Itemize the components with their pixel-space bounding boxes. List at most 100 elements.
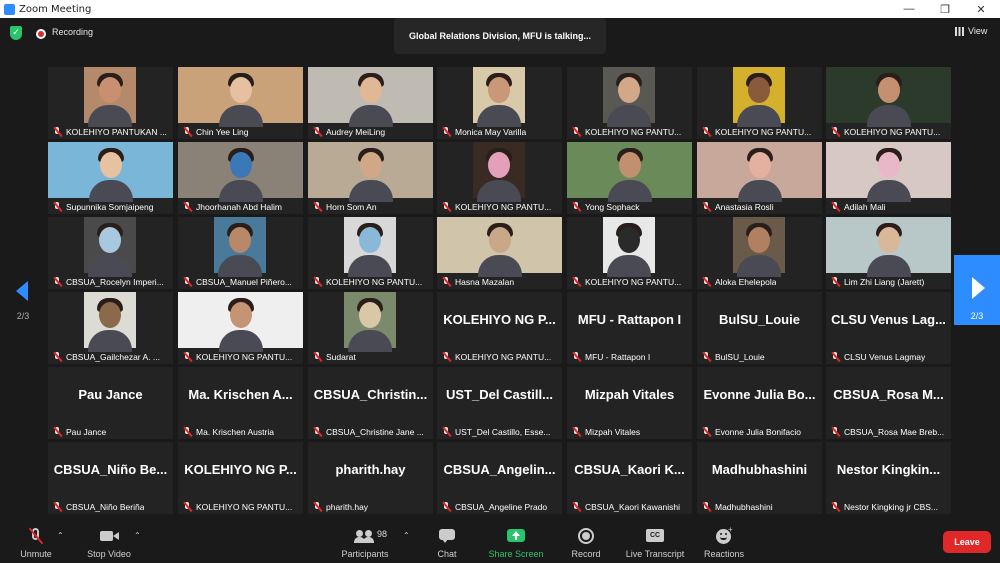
participant-tile[interactable]: Chin Yee Ling xyxy=(178,67,303,139)
participant-tile[interactable]: KOLEHIYO NG PANTU... xyxy=(567,67,692,139)
participant-display-name: CBSUA_Christin... xyxy=(313,387,428,402)
participant-tile[interactable]: Evonne Julia Bo... Evonne Julia Bonifacio xyxy=(697,367,822,439)
participant-name-bar: CBSUA_Niño Beriña xyxy=(48,499,173,514)
participant-tile[interactable]: KOLEHIYO PANTUKAN ... xyxy=(48,67,173,139)
participant-tile[interactable]: Yong Sophack xyxy=(567,142,692,214)
participant-face xyxy=(359,77,382,103)
leave-meeting-button[interactable]: Leave xyxy=(943,531,991,553)
participants-options-caret-icon[interactable]: ⌃ xyxy=(403,531,410,540)
participant-tile[interactable]: MFU - Rattapon I MFU - Rattapon I xyxy=(567,292,692,364)
muted-mic-icon xyxy=(442,426,451,437)
participant-tile[interactable]: Jhoorhanah Abd Halim xyxy=(178,142,303,214)
participant-video xyxy=(826,67,951,127)
participant-tile[interactable]: Lim Zhi Liang (Jarett) xyxy=(826,217,951,289)
participant-tile[interactable]: KOLEHIYO NG PANTU... xyxy=(697,67,822,139)
stop-video-button[interactable]: Stop Video xyxy=(82,519,136,563)
participant-video xyxy=(48,142,173,202)
maximize-button[interactable]: ❐ xyxy=(927,0,963,18)
participant-tile[interactable]: Madhubhashini Madhubhashini xyxy=(697,442,822,514)
live-transcript-button[interactable]: CC Live Transcript xyxy=(622,519,688,563)
participant-tile[interactable]: Monica May Varilla xyxy=(437,67,562,139)
participant-tile[interactable]: KOLEHIYO NG PANTU... xyxy=(567,217,692,289)
participant-tile[interactable]: Ma. Krischen A... Ma. Krischen Austria xyxy=(178,367,303,439)
participant-tile[interactable]: CLSU Venus Lag... CLSU Venus Lagmay xyxy=(826,292,951,364)
participant-tile[interactable]: pharith.hay pharith.hay xyxy=(308,442,433,514)
participant-tile[interactable]: KOLEHIYO NG PANTU... xyxy=(178,292,303,364)
participant-name-bar: CBSUA_Christine Jane ... xyxy=(308,424,433,439)
participant-video xyxy=(603,67,655,127)
participant-name: Nestor Kingking jr CBS... xyxy=(844,501,939,512)
participant-tile[interactable]: Nestor Kingkin... Nestor Kingking jr CBS.… xyxy=(826,442,951,514)
record-icon xyxy=(576,527,596,545)
close-window-button[interactable]: ✕ xyxy=(963,0,999,18)
video-options-caret-icon[interactable]: ⌃ xyxy=(134,531,141,540)
participant-tile[interactable]: CBSUA_Niño Be... CBSUA_Niño Beriña xyxy=(48,442,173,514)
next-page-button[interactable]: 2/3 xyxy=(954,255,1000,325)
participant-tile[interactable]: KOLEHIYO NG PANTU... xyxy=(826,67,951,139)
participant-tile[interactable]: KOLEHIYO NG PANTU... xyxy=(437,142,562,214)
record-button[interactable]: Record xyxy=(568,519,604,563)
reactions-button[interactable]: + Reactions xyxy=(700,519,748,563)
participant-tile[interactable]: Horn Som An xyxy=(308,142,433,214)
share-screen-button[interactable]: Share Screen xyxy=(486,519,546,563)
share-screen-label: Share Screen xyxy=(488,549,544,559)
participant-tile[interactable]: CBSUA_Gailchezar A. ... xyxy=(48,292,173,364)
window-title-bar: Zoom Meeting xyxy=(0,0,1000,18)
minimize-button[interactable]: — xyxy=(891,0,927,18)
participant-tile[interactable]: Supunnika Somjaipeng xyxy=(48,142,173,214)
participant-face xyxy=(359,227,381,253)
participants-label: Participants xyxy=(341,549,389,559)
participant-tile[interactable]: Pau Jance Pau Jance xyxy=(48,367,173,439)
participant-tile[interactable]: Adilah Mali xyxy=(826,142,951,214)
participant-video xyxy=(178,292,303,352)
participant-face xyxy=(229,77,252,103)
window-title: Zoom Meeting xyxy=(19,3,92,15)
participant-tile[interactable]: Audrey MeiLing xyxy=(308,67,433,139)
live-transcript-label: Live Transcript xyxy=(625,549,685,559)
chat-bubble-icon xyxy=(437,527,457,545)
participant-name-bar: pharith.hay xyxy=(308,499,433,514)
view-button[interactable]: View xyxy=(955,26,987,36)
unmute-label: Unmute xyxy=(20,549,52,559)
audio-options-caret-icon[interactable]: ⌃ xyxy=(57,531,64,540)
participant-display-name: Ma. Krischen A... xyxy=(188,387,293,402)
participant-tile[interactable]: CBSUA_Kaori K... CBSUA_Kaori Kawanishi xyxy=(567,442,692,514)
participant-display-name: pharith.hay xyxy=(335,462,406,477)
participant-tile[interactable]: KOLEHIYO NG PANTU... xyxy=(308,217,433,289)
participant-name-bar: KOLEHIYO NG PANTU... xyxy=(308,274,433,289)
security-shield-icon[interactable]: ✓ xyxy=(10,26,22,40)
participant-tile[interactable]: Anastasia Rosli xyxy=(697,142,822,214)
muted-mic-icon xyxy=(572,426,581,437)
participant-display-name: MFU - Rattapon I xyxy=(577,312,682,327)
participant-video xyxy=(178,67,303,127)
participant-display-name: Nestor Kingkin... xyxy=(836,462,941,477)
participant-name-bar: Adilah Mali xyxy=(826,199,951,214)
recording-label[interactable]: Recording xyxy=(52,27,93,37)
muted-mic-icon xyxy=(702,126,711,137)
participant-name-bar: Aloka Ehelepola xyxy=(697,274,822,289)
participant-tile[interactable]: Hasna Mazalan xyxy=(437,217,562,289)
previous-page-button[interactable]: 2/3 xyxy=(0,255,46,325)
unmute-button[interactable]: Unmute xyxy=(14,519,58,563)
participant-tile[interactable]: Sudarat xyxy=(308,292,433,364)
page-indicator-right: 2/3 xyxy=(970,311,984,321)
participant-tile[interactable]: CBSUA_Angelin... CBSUA_Angeline Prado xyxy=(437,442,562,514)
participant-tile[interactable]: CBSUA_Rocelyn Imperi... xyxy=(48,217,173,289)
participant-tile[interactable]: CBSUA_Manuel Piñero... xyxy=(178,217,303,289)
participant-tile[interactable]: BulSU_Louie BulSU_Louie xyxy=(697,292,822,364)
participant-tile[interactable]: UST_Del Castill... UST_Del Castillo, Esse… xyxy=(437,367,562,439)
participant-name-bar: Jhoorhanah Abd Halim xyxy=(178,199,303,214)
participant-name: Mizpah Vitales xyxy=(585,426,641,437)
participant-tile[interactable]: CBSUA_Christin... CBSUA_Christine Jane ..… xyxy=(308,367,433,439)
muted-microphone-icon xyxy=(26,527,46,545)
participant-name-bar: Yong Sophack xyxy=(567,199,692,214)
muted-mic-icon xyxy=(702,426,711,437)
participants-button[interactable]: Participants xyxy=(336,519,394,563)
participant-name-bar: CBSUA_Manuel Piñero... xyxy=(178,274,303,289)
participant-tile[interactable]: Aloka Ehelepola xyxy=(697,217,822,289)
participant-tile[interactable]: CBSUA_Rosa M... CBSUA_Rosa Mae Breb... xyxy=(826,367,951,439)
participant-tile[interactable]: KOLEHIYO NG P... KOLEHIYO NG PANTU... xyxy=(437,292,562,364)
participant-tile[interactable]: Mizpah Vitales Mizpah Vitales xyxy=(567,367,692,439)
participant-tile[interactable]: KOLEHIYO NG P... KOLEHIYO NG PANTU... xyxy=(178,442,303,514)
chat-button[interactable]: Chat xyxy=(430,519,464,563)
